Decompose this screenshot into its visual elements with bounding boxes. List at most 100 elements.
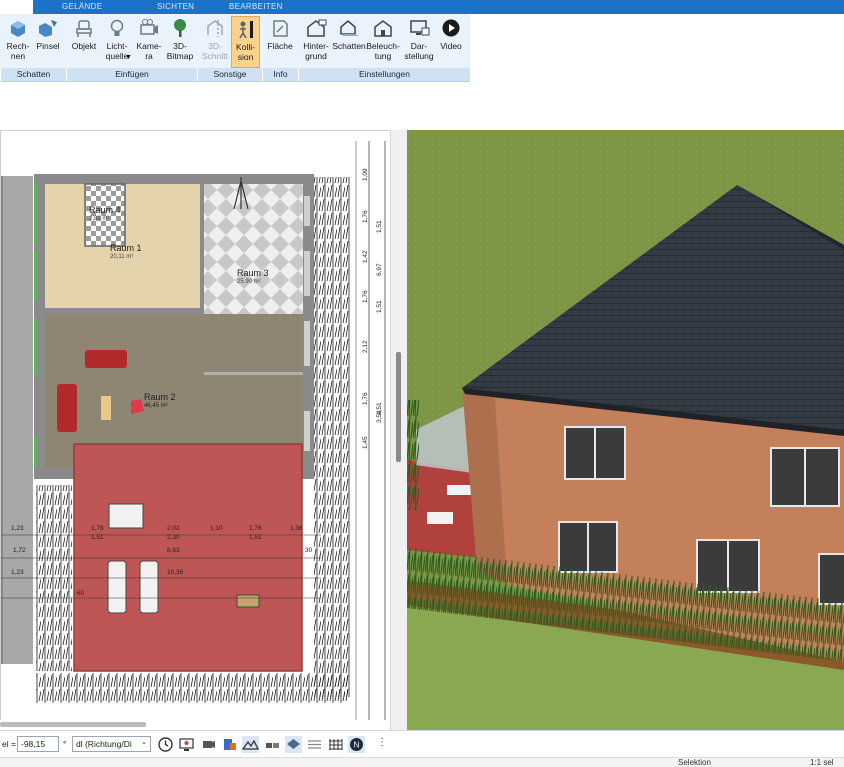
splitter-grip[interactable] bbox=[396, 352, 401, 462]
vehicles-icon[interactable] bbox=[264, 736, 281, 753]
terrace[interactable] bbox=[74, 444, 302, 671]
objekt-label: Objekt bbox=[71, 41, 97, 51]
table[interactable] bbox=[101, 396, 111, 420]
dim-label: 1,51 bbox=[91, 534, 104, 541]
dim-label: 1,51 bbox=[249, 534, 262, 541]
room-4-floor[interactable] bbox=[85, 184, 125, 246]
status-selection: 1:1 sel bbox=[810, 758, 834, 767]
garden-table[interactable] bbox=[108, 503, 144, 529]
dim-label-vertical: 6,97 bbox=[376, 263, 383, 276]
degree-label: ° bbox=[63, 739, 67, 749]
bitmap-label: 3D- Bitmap bbox=[166, 41, 194, 61]
ribbon: Rech- nen Pinsel Objekt Licht- quelle ▼ … bbox=[0, 14, 470, 82]
texture-icon[interactable] bbox=[306, 736, 323, 753]
flaeche-button[interactable]: Fläche bbox=[265, 16, 295, 68]
dropdown-arrow-icon[interactable]: ▼ bbox=[125, 54, 132, 61]
beleuchtung-button[interactable]: Beleuch- tung bbox=[366, 16, 400, 68]
video-label: Video bbox=[440, 41, 462, 51]
rechnen-button[interactable]: Rech- nen bbox=[4, 16, 32, 68]
chair-icon bbox=[76, 20, 92, 37]
schnitt-button[interactable]: 3D- Schnitt bbox=[200, 16, 230, 68]
more-options-icon[interactable]: ⋮ bbox=[377, 737, 387, 748]
room-4-area: 2,88 m² bbox=[89, 216, 110, 222]
objekt-button[interactable]: Objekt bbox=[69, 16, 99, 68]
lightbulb-icon bbox=[110, 19, 124, 36]
floor-plan-canvas[interactable] bbox=[1, 131, 390, 720]
grid-icon[interactable] bbox=[327, 736, 344, 753]
camera-view-icon[interactable] bbox=[200, 736, 217, 753]
room-2-label: Raum 2 bbox=[144, 392, 176, 402]
room-1-area: 20,11 m² bbox=[110, 254, 134, 260]
status-mode: Selektion bbox=[678, 758, 711, 767]
dim-label-vertical: 1,51 bbox=[376, 300, 383, 313]
dim-label-vertical: 1,76 bbox=[362, 290, 369, 303]
paint-icon[interactable] bbox=[221, 736, 238, 753]
north-icon[interactable]: N bbox=[348, 736, 365, 753]
dim-label: 60 bbox=[77, 590, 85, 597]
play-icon bbox=[442, 19, 460, 37]
window bbox=[34, 184, 38, 246]
angle-label: el = bbox=[2, 739, 16, 749]
brush-cube-icon bbox=[39, 20, 57, 37]
dim-label: 1,10 bbox=[210, 525, 223, 532]
tab-bearbeiten[interactable]: BEARBEITEN bbox=[229, 2, 283, 11]
darstellung-button[interactable]: Dar- stellung bbox=[402, 16, 436, 68]
kamera-button[interactable]: Kame- ra bbox=[134, 16, 164, 68]
dim-label-vertical: 3,54 bbox=[376, 410, 383, 423]
section-cut-icon bbox=[207, 20, 223, 37]
area-icon bbox=[273, 20, 288, 37]
dim-label: 2,02 bbox=[167, 525, 180, 532]
bitmap-button[interactable]: 3D- Bitmap bbox=[165, 16, 195, 68]
screen-person-icon[interactable] bbox=[178, 736, 195, 753]
schatten-label: Schatten bbox=[332, 41, 366, 51]
rechnen-label: Rech- nen bbox=[6, 41, 30, 61]
pinsel-button[interactable]: Pinsel bbox=[34, 16, 62, 68]
dim-label-vertical: 1,51 bbox=[376, 220, 383, 233]
angle-input[interactable]: -98,15 bbox=[17, 736, 59, 752]
house-light-icon bbox=[374, 20, 392, 37]
group-info: Info bbox=[262, 68, 298, 81]
dim-label-vertical: 1,76 bbox=[362, 392, 369, 405]
direction-select[interactable]: dl (Richtung/Di ⌄ bbox=[72, 736, 151, 752]
hintergrund-button[interactable]: Hinter- grund bbox=[299, 16, 333, 68]
kollision-button[interactable]: Kolli- sion bbox=[231, 16, 260, 68]
pinsel-label: Pinsel bbox=[36, 41, 60, 51]
terrain-icon[interactable] bbox=[242, 736, 259, 753]
garden-chair[interactable] bbox=[236, 594, 260, 608]
horizontal-scrollbar[interactable] bbox=[0, 722, 146, 727]
floor-plan-view[interactable]: Raum 4 2,88 m² Raum 1 20,11 m² Raum 3 25… bbox=[0, 130, 390, 720]
app-window: GELÄNDE SICHTEN BEARBEITEN Rech- nen Pin… bbox=[0, 0, 844, 767]
group-sonstige: Sonstige bbox=[197, 68, 262, 81]
dim-label: 1,72 bbox=[13, 547, 26, 554]
sun-lounger[interactable] bbox=[107, 560, 127, 614]
sofa[interactable] bbox=[57, 384, 77, 432]
street-strip bbox=[1, 176, 33, 664]
camera-icon bbox=[140, 19, 158, 35]
cube-icon bbox=[11, 21, 25, 37]
dim-label: 30 bbox=[305, 547, 313, 554]
tab-gelaende[interactable]: GELÄNDE bbox=[62, 2, 102, 11]
clock-icon[interactable] bbox=[157, 736, 174, 753]
sun-lounger[interactable] bbox=[139, 560, 159, 614]
layers-icon[interactable] bbox=[285, 736, 302, 753]
video-button[interactable]: Video bbox=[437, 16, 465, 68]
house-background-icon bbox=[307, 19, 327, 37]
dim-label-vertical: 2,12 bbox=[362, 340, 369, 353]
tab-sichten[interactable]: SICHTEN bbox=[157, 2, 194, 11]
schatten-button[interactable]: Schatten bbox=[332, 16, 366, 68]
room-3-label: Raum 3 bbox=[237, 268, 269, 278]
darstellung-label: Dar- stellung bbox=[404, 41, 434, 61]
dim-label-vertical: 1,45 bbox=[362, 436, 369, 449]
dim-label: 1,78 bbox=[91, 525, 104, 532]
3d-view[interactable] bbox=[407, 130, 844, 732]
sofa[interactable] bbox=[85, 350, 127, 368]
dim-label: 1,23 bbox=[11, 569, 24, 576]
dim-label: 10,36 bbox=[167, 569, 184, 576]
view-splitter[interactable] bbox=[390, 130, 407, 730]
room-2-area: 46,45 m² bbox=[144, 403, 168, 409]
monitor-icon bbox=[410, 20, 430, 36]
3d-render[interactable] bbox=[407, 130, 844, 732]
beleuchtung-label: Beleuch- tung bbox=[366, 41, 400, 61]
dim-label: 1,23 bbox=[11, 525, 24, 532]
status-bar: Selektion 1:1 sel bbox=[0, 757, 844, 767]
